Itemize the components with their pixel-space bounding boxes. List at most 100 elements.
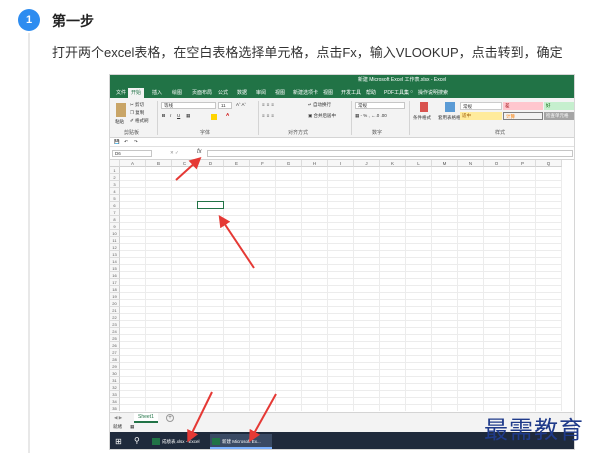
row-header-16[interactable]: 16: [110, 272, 120, 279]
column-header-G[interactable]: G: [276, 160, 302, 167]
tab-view-2[interactable]: 视图: [323, 89, 333, 96]
taskbar-item-excel-1[interactable]: 成绩表.xlsx - Excel: [150, 434, 208, 449]
tab-home[interactable]: 开始: [128, 88, 145, 98]
column-header-B[interactable]: B: [146, 160, 172, 167]
table-format-icon[interactable]: [445, 102, 455, 112]
tab-insert[interactable]: 插入: [152, 89, 162, 96]
row-header-34[interactable]: 34: [110, 398, 120, 405]
column-header-C[interactable]: C: [172, 160, 198, 167]
column-header-N[interactable]: N: [458, 160, 484, 167]
style-check-cell[interactable]: 检查单元格: [544, 112, 574, 120]
selected-cell[interactable]: [197, 201, 224, 209]
row-header-14[interactable]: 14: [110, 258, 120, 265]
row-header-20[interactable]: 20: [110, 300, 120, 307]
column-header-J[interactable]: J: [354, 160, 380, 167]
row-header-29[interactable]: 29: [110, 363, 120, 370]
align-top-icons[interactable]: ≡≡≡: [262, 102, 276, 107]
row-header-3[interactable]: 3: [110, 181, 120, 188]
add-sheet-icon[interactable]: +: [166, 414, 174, 422]
fill-color-icon[interactable]: [211, 114, 217, 120]
row-header-19[interactable]: 19: [110, 293, 120, 300]
copy-button[interactable]: ❐ 复制: [130, 110, 144, 116]
row-header-9[interactable]: 9: [110, 223, 120, 230]
column-header-Q[interactable]: Q: [536, 160, 562, 167]
style-neutral[interactable]: 适中: [460, 112, 502, 120]
merge-center-button[interactable]: ▣ 合并后居中: [308, 113, 336, 119]
font-color-icon[interactable]: A: [226, 112, 229, 117]
cut-button[interactable]: ✂ 剪切: [130, 102, 144, 108]
redo-icon[interactable]: ↷: [134, 139, 138, 145]
align-left-icons[interactable]: ≡≡≡: [262, 113, 276, 118]
row-header-2[interactable]: 2: [110, 174, 120, 181]
worksheet-grid[interactable]: A B C D E F G H I J K L M N O P Q 1 2 3 4 5 6 7 8 9 10 11 12 13 14 15 16…: [110, 160, 574, 411]
sheet-tab-sheet1[interactable]: Sheet1: [134, 413, 158, 423]
column-header-O[interactable]: O: [484, 160, 510, 167]
column-header-M[interactable]: M: [432, 160, 458, 167]
tab-data[interactable]: 数据: [237, 89, 247, 96]
row-header-6[interactable]: 6: [110, 202, 120, 209]
row-header-33[interactable]: 33: [110, 391, 120, 398]
name-box[interactable]: D6: [112, 150, 152, 157]
border-icon[interactable]: ▦: [186, 113, 190, 119]
undo-icon[interactable]: ↶: [124, 139, 128, 145]
column-header-D[interactable]: D: [198, 160, 224, 167]
cancel-confirm-icons[interactable]: ✕ ✓: [170, 150, 179, 156]
column-header-I[interactable]: I: [328, 160, 354, 167]
column-header-P[interactable]: P: [510, 160, 536, 167]
row-header-1[interactable]: 1: [110, 167, 120, 174]
save-icon[interactable]: 💾: [114, 139, 120, 145]
style-normal[interactable]: 常规: [460, 102, 502, 110]
font-name-select[interactable]: 等线: [161, 102, 216, 109]
conditional-format-icon[interactable]: [420, 102, 428, 112]
column-header-L[interactable]: L: [406, 160, 432, 167]
row-header-8[interactable]: 8: [110, 216, 120, 223]
italic-button[interactable]: I: [170, 113, 171, 118]
formula-input[interactable]: [207, 150, 573, 157]
conditional-format-button[interactable]: 条件格式: [413, 115, 431, 121]
style-good[interactable]: 好: [544, 102, 574, 110]
sheet-nav-icons[interactable]: ◀ ▶: [114, 415, 122, 421]
tab-help[interactable]: 帮助: [366, 89, 376, 96]
tab-pdf-tools[interactable]: PDF工具集: [384, 89, 409, 96]
tell-me-search[interactable]: 操作说明搜索: [418, 89, 448, 96]
number-format-select[interactable]: 常规: [355, 102, 405, 109]
search-icon[interactable]: ⚲: [134, 436, 140, 445]
row-header-21[interactable]: 21: [110, 307, 120, 314]
format-painter-button[interactable]: ✐ 格式刷: [130, 118, 149, 124]
row-header-25[interactable]: 25: [110, 335, 120, 342]
row-header-4[interactable]: 4: [110, 188, 120, 195]
tab-developer[interactable]: 开发工具: [341, 89, 361, 96]
style-bad[interactable]: 差: [503, 102, 543, 110]
column-header-A[interactable]: A: [120, 160, 146, 167]
row-header-24[interactable]: 24: [110, 328, 120, 335]
tab-draw[interactable]: 绘图: [172, 89, 182, 96]
font-size-select[interactable]: 11: [218, 102, 232, 109]
row-header-12[interactable]: 12: [110, 244, 120, 251]
row-header-27[interactable]: 27: [110, 349, 120, 356]
row-header-30[interactable]: 30: [110, 370, 120, 377]
row-header-18[interactable]: 18: [110, 286, 120, 293]
row-header-7[interactable]: 7: [110, 209, 120, 216]
row-header-32[interactable]: 32: [110, 384, 120, 391]
bold-button[interactable]: B: [162, 113, 165, 118]
column-header-F[interactable]: F: [250, 160, 276, 167]
tab-formulas[interactable]: 公式: [218, 89, 228, 96]
row-header-35[interactable]: 35: [110, 405, 120, 411]
row-header-5[interactable]: 5: [110, 195, 120, 202]
row-header-31[interactable]: 31: [110, 377, 120, 384]
windows-start-icon[interactable]: ⊞: [115, 437, 122, 446]
tab-review[interactable]: 审阅: [256, 89, 266, 96]
column-header-E[interactable]: E: [224, 160, 250, 167]
row-header-17[interactable]: 17: [110, 279, 120, 286]
currency-percent-icons[interactable]: ▦ - % , ←.0 .00: [355, 113, 387, 119]
tab-new-tab[interactable]: 新建选项卡: [293, 89, 318, 96]
style-calc[interactable]: 计算: [503, 112, 543, 120]
row-header-13[interactable]: 13: [110, 251, 120, 258]
row-header-11[interactable]: 11: [110, 237, 120, 244]
tab-page-layout[interactable]: 页面布局: [192, 89, 212, 96]
paste-icon[interactable]: [116, 103, 126, 117]
tab-view[interactable]: 视图: [275, 89, 285, 96]
tab-file[interactable]: 文件: [116, 89, 126, 96]
row-header-15[interactable]: 15: [110, 265, 120, 272]
column-header-K[interactable]: K: [380, 160, 406, 167]
